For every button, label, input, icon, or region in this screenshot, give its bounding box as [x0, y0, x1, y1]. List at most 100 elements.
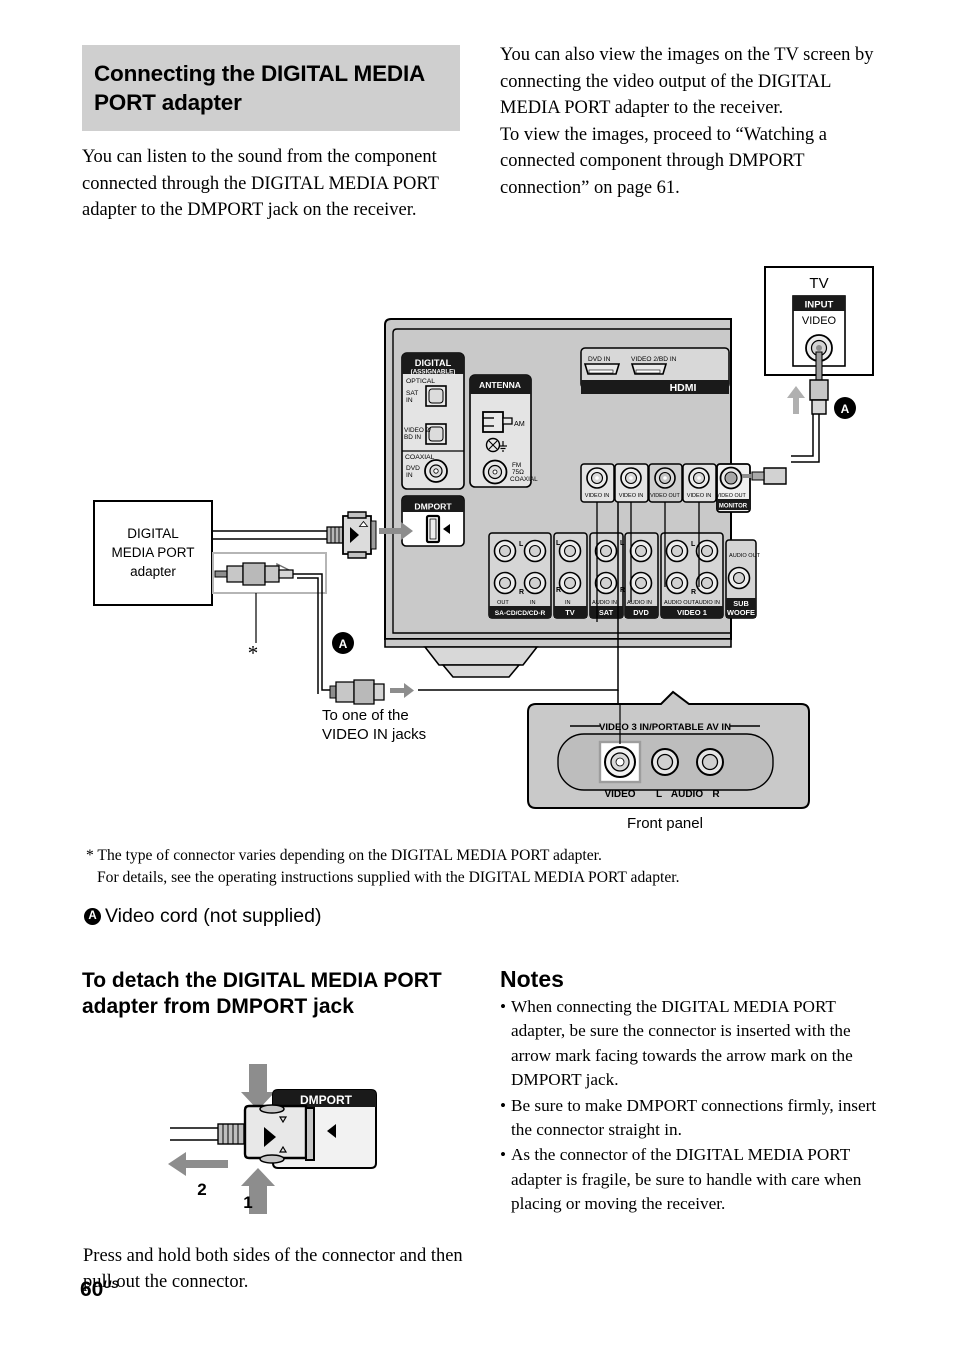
- dmp-adapter-box: DIGITAL MEDIA PORT adapter: [93, 500, 213, 606]
- page-number-value: 60: [80, 1278, 104, 1301]
- video-in-caption-line1: To one of the: [322, 707, 409, 724]
- dmport-title: DMPORT: [414, 502, 452, 512]
- legend-video-cord-text: Video cord (not supplied): [105, 905, 322, 927]
- channel-r: R: [620, 587, 625, 594]
- footnote-line-1: The type of connector varies depending o…: [97, 847, 602, 864]
- audio-group-subwoofer: AUDIO OUT SUB WOOFE: [725, 539, 761, 619]
- audio-group-name: DVD: [633, 608, 649, 617]
- left-column: Connecting the DIGITAL MEDIA PORT adapte…: [82, 45, 460, 224]
- channel-l: L: [691, 541, 696, 548]
- audio-group-dvd: AUDIO IN DVD: [624, 532, 659, 619]
- channel-r: R: [691, 589, 696, 596]
- audio-group-name: SAT: [599, 608, 614, 617]
- fm-label-3: COAXIAL: [510, 476, 538, 483]
- digital-assignable-section: DIGITAL (ASSIGNABLE) OPTICAL SAT IN VIDE…: [401, 352, 465, 490]
- audio-sub-label: OUT: [497, 600, 509, 606]
- digital-subtitle: (ASSIGNABLE): [411, 369, 456, 376]
- antenna-title: ANTENNA: [479, 380, 521, 390]
- video-jack: VIDEO IN: [614, 463, 649, 503]
- detach-instruction: Press and hold both sides of the connect…: [83, 1245, 463, 1292]
- detach-illustration: DMPORT 2 1: [168, 1064, 377, 1214]
- right-paragraph-2: To view the images, proceed to “Watching…: [500, 124, 828, 198]
- fm-label-1: FM: [512, 462, 521, 469]
- audio-group-name: VIDEO 1: [677, 608, 708, 617]
- video-jack-monitor: VIDEO OUT MONITOR: [716, 463, 751, 513]
- adapter-label-line2: MEDIA PORT: [111, 545, 194, 560]
- video-jack: VIDEO OUT: [648, 463, 683, 503]
- page-region: US: [103, 1279, 119, 1291]
- receiver-chassis: [384, 318, 732, 678]
- marker-a-legend-icon: A: [84, 908, 101, 925]
- right-column: You can also view the images on the TV s…: [500, 42, 882, 202]
- svg-text:WOOFE: WOOFE: [727, 608, 755, 617]
- antenna-section: ANTENNA AM FM 75Ω COAXIAL: [469, 374, 538, 488]
- channel-l: L: [620, 540, 625, 547]
- audio-group-name: TV: [565, 608, 575, 617]
- dmport-arrow-mark: [443, 524, 450, 534]
- front-panel-video-label: VIDEO: [604, 789, 635, 800]
- audio-group-video1: L R AUDIO OUT AUDIO IN VIDEO 1: [660, 532, 724, 619]
- audio-sub-label: AUDIO OUT: [664, 600, 696, 606]
- notes-section: Notes When connecting the DIGITAL MEDIA …: [500, 966, 885, 1218]
- front-panel-audio-r: R: [712, 789, 720, 800]
- detach-step-2: 2: [197, 1180, 206, 1199]
- footnote-line-2: For details, see the operating instructi…: [97, 868, 680, 886]
- channel-l: L: [556, 540, 561, 547]
- front-panel-audio-label: AUDIO: [671, 789, 703, 800]
- dmport-cable: [212, 511, 413, 559]
- sat-in-label-2: IN: [406, 397, 413, 404]
- video-jack: VIDEO IN: [682, 463, 717, 503]
- digital-title: DIGITAL: [415, 358, 452, 368]
- notes-heading: Notes: [500, 966, 564, 992]
- tv-box: TV INPUT VIDEO: [742, 266, 874, 485]
- audio-sub-label: AUDIO IN: [627, 600, 652, 606]
- right-paragraph-1: You can also view the images on the TV s…: [500, 45, 874, 119]
- detach-heading: To detach the DIGITAL MEDIA PORT adapter…: [82, 969, 442, 1018]
- video-jack-label: VIDEO IN: [585, 493, 610, 499]
- video-in-caption-line2: VIDEO IN jacks: [322, 726, 426, 743]
- manual-page: Connecting the DIGITAL MEDIA PORT adapte…: [0, 0, 954, 1352]
- page-number: 60US: [80, 1278, 119, 1302]
- audio-sub-label: AUDIO OUT: [729, 553, 761, 559]
- front-panel-caption: Front panel: [627, 815, 703, 832]
- connector-arrow-mark: [350, 527, 359, 543]
- note-item: As the connector of the DIGITAL MEDIA PO…: [500, 1143, 885, 1216]
- marker-a-tv: A: [834, 397, 856, 419]
- intro-paragraph: You can listen to the sound from the com…: [82, 147, 439, 221]
- video-in-jacks-caption: To one of the VIDEO IN jacks: [322, 707, 426, 743]
- hdmi-title: HDMI: [670, 382, 697, 394]
- page-title: Connecting the DIGITAL MEDIA PORT adapte…: [82, 45, 460, 131]
- hdmi-dvd-in-label: DVD IN: [588, 356, 611, 363]
- detach-step-1: 1: [243, 1193, 252, 1212]
- audio-jack-row: L R OUT IN SA-CD/CD/CD-R L R IN TV L R A…: [488, 532, 761, 619]
- audio-group-name: SA-CD/CD/CD-R: [495, 610, 546, 617]
- svg-text:A: A: [841, 402, 850, 416]
- footnote: * The type of connector varies depending…: [86, 845, 886, 888]
- video-jack-label: VIDEO IN: [619, 493, 644, 499]
- coaxial-dvd-label-1: DVD: [406, 465, 420, 472]
- channel-l: L: [519, 541, 524, 548]
- video-jack-label: VIDEO OUT: [716, 493, 746, 499]
- asterisk-marker: *: [248, 641, 259, 665]
- video-jack: VIDEO IN: [580, 463, 615, 503]
- audio-group-sacd: L R OUT IN SA-CD/CD/CD-R: [488, 532, 552, 619]
- video-jack-label: VIDEO OUT: [650, 493, 680, 499]
- dmport-jack-group: DMPORT: [401, 495, 465, 547]
- audio-group-tv: L R IN TV: [553, 532, 588, 619]
- hdmi-video2-bd-in-label: VIDEO 2/BD IN: [631, 356, 677, 363]
- svg-text:SUB: SUB: [733, 599, 749, 608]
- video-in-plug: [329, 502, 700, 712]
- audio-sub-label: IN: [565, 600, 571, 606]
- audio-sub-label: AUDIO IN: [592, 600, 617, 606]
- detach-section: To detach the DIGITAL MEDIA PORT adapter…: [82, 968, 462, 1020]
- coaxial-dvd-label-2: IN: [406, 472, 413, 479]
- hdmi-section: HDMI DVD IN VIDEO 2/BD IN: [580, 347, 730, 394]
- front-panel: VIDEO 3 IN/PORTABLE AV IN VIDEO L AUDIO …: [527, 690, 810, 832]
- video-jack-row: VIDEO IN VIDEO IN VIDEO OUT VIDEO IN VID…: [580, 463, 751, 513]
- legend-video-cord: A Video cord (not supplied): [84, 905, 321, 928]
- audio-group-sat: L R AUDIO IN SAT: [589, 532, 625, 619]
- note-item: When connecting the DIGITAL MEDIA PORT a…: [500, 995, 885, 1093]
- monitor-badge: MONITOR: [719, 504, 748, 510]
- fm-label-2: 75Ω: [512, 469, 524, 476]
- am-label: AM: [514, 419, 525, 428]
